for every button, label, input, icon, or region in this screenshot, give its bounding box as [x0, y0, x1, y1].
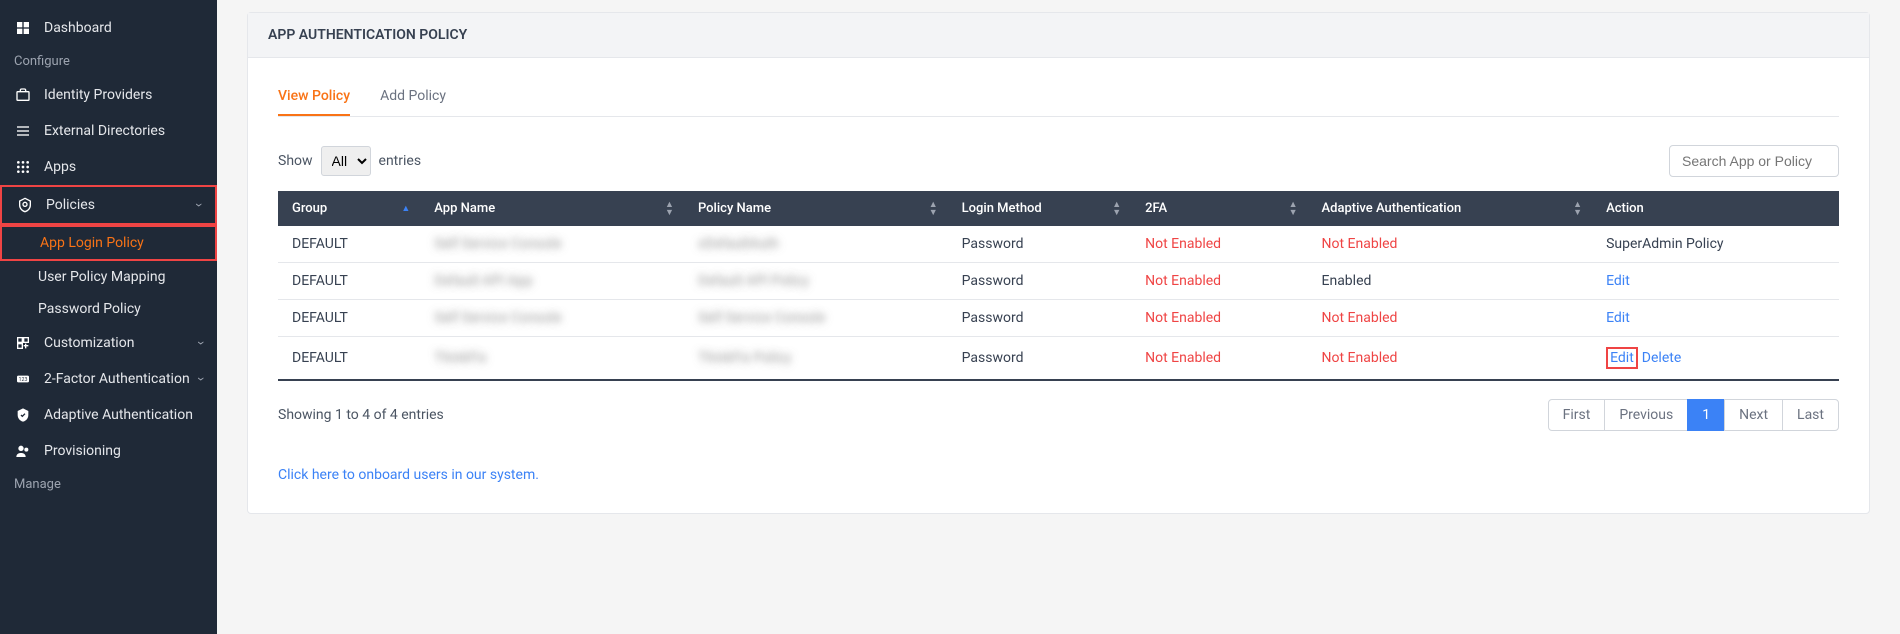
sidebar-label: Dashboard	[44, 20, 112, 36]
delete-link[interactable]: Delete	[1642, 350, 1681, 366]
cell-2fa: Not Enabled	[1131, 300, 1307, 337]
tab-add-policy[interactable]: Add Policy	[380, 78, 446, 116]
col-adaptive[interactable]: Adaptive Authentication▲▼	[1308, 191, 1593, 226]
edit-link[interactable]: Edit	[1606, 310, 1630, 326]
cell-policy: ThinkFix Policy	[684, 337, 948, 381]
main-content: APP AUTHENTICATION POLICY View Policy Ad…	[217, 0, 1900, 634]
tab-view-policy[interactable]: View Policy	[278, 78, 350, 116]
shield-icon	[16, 196, 34, 214]
col-action[interactable]: Action	[1592, 191, 1839, 226]
cell-app: ThinkFix	[420, 337, 684, 381]
cell-login: Password	[948, 263, 1132, 300]
page-1[interactable]: 1	[1687, 399, 1725, 431]
sidebar-label: Provisioning	[44, 443, 121, 459]
cell-group: DEFAULT	[278, 226, 420, 263]
cell-action: SuperAdmin Policy	[1592, 226, 1839, 263]
cell-app: Self Service Console	[420, 226, 684, 263]
page-next[interactable]: Next	[1724, 399, 1783, 431]
show-label: Show	[278, 153, 313, 169]
sidebar-item-external-directories[interactable]: External Directories	[0, 113, 217, 149]
col-login-method[interactable]: Login Method▲▼	[948, 191, 1132, 226]
policy-card: APP AUTHENTICATION POLICY View Policy Ad…	[247, 12, 1870, 514]
cell-action: Edit	[1592, 300, 1839, 337]
sidebar-item-2fa[interactable]: 123 2-Factor Authentication	[0, 361, 217, 397]
users-icon	[14, 442, 32, 460]
sidebar-subitem-password-policy[interactable]: Password Policy	[0, 293, 217, 325]
table-row: DEFAULT Self Service Console xDefaultAut…	[278, 226, 1839, 263]
sidebar-subitem-user-policy-mapping[interactable]: User Policy Mapping	[0, 261, 217, 293]
sidebar-item-policies[interactable]: Policies	[0, 185, 217, 225]
briefcase-icon	[14, 86, 32, 104]
page-first[interactable]: First	[1548, 399, 1606, 431]
cell-group: DEFAULT	[278, 337, 420, 381]
table-info: Showing 1 to 4 of 4 entries	[278, 407, 444, 423]
sidebar-item-customization[interactable]: Customization	[0, 325, 217, 361]
page-last[interactable]: Last	[1782, 399, 1839, 431]
entries-select[interactable]: All	[321, 146, 371, 176]
cell-action: EditDelete	[1592, 337, 1839, 381]
cell-adaptive: Not Enabled	[1308, 226, 1593, 263]
sidebar-label: 2-Factor Authentication	[44, 371, 190, 387]
cell-group: DEFAULT	[278, 263, 420, 300]
cell-policy: Default API Policy	[684, 263, 948, 300]
cell-adaptive: Not Enabled	[1308, 337, 1593, 381]
sidebar-label: External Directories	[44, 123, 165, 139]
cell-2fa: Not Enabled	[1131, 263, 1307, 300]
cell-action: Edit	[1592, 263, 1839, 300]
sidebar: Dashboard Configure Identity Providers E…	[0, 0, 217, 634]
cell-adaptive: Not Enabled	[1308, 300, 1593, 337]
cell-adaptive: Enabled	[1308, 263, 1593, 300]
table-footer: Showing 1 to 4 of 4 entries First Previo…	[278, 399, 1839, 431]
cell-policy: Self Service Console	[684, 300, 948, 337]
table-row: DEFAULT Self Service Console Self Servic…	[278, 300, 1839, 337]
tabs: View Policy Add Policy	[278, 78, 1839, 117]
onboard-link[interactable]: Click here to onboard users in our syste…	[278, 467, 1839, 483]
sidebar-subitem-app-login-policy[interactable]: App Login Policy	[0, 225, 217, 261]
sidebar-section-configure: Configure	[0, 46, 217, 77]
sidebar-label: Customization	[44, 335, 134, 351]
cell-2fa: Not Enabled	[1131, 226, 1307, 263]
cell-2fa: Not Enabled	[1131, 337, 1307, 381]
cell-app: Default API App	[420, 263, 684, 300]
policy-table: Group▲ App Name▲▼ Policy Name▲▼ Login Me…	[278, 191, 1839, 381]
page-prev[interactable]: Previous	[1604, 399, 1688, 431]
list-icon	[14, 122, 32, 140]
search-input[interactable]	[1669, 145, 1839, 177]
plus-square-icon	[14, 334, 32, 352]
cell-login: Password	[948, 226, 1132, 263]
dashboard-icon	[14, 19, 32, 37]
cell-policy: xDefaultAuth	[684, 226, 948, 263]
action-text: SuperAdmin Policy	[1606, 236, 1723, 252]
svg-text:123: 123	[19, 377, 28, 383]
sidebar-label: Policies	[46, 197, 95, 213]
check-shield-icon	[14, 406, 32, 424]
edit-link[interactable]: Edit	[1606, 273, 1630, 289]
col-app-name[interactable]: App Name▲▼	[420, 191, 684, 226]
col-2fa[interactable]: 2FA▲▼	[1131, 191, 1307, 226]
cell-group: DEFAULT	[278, 300, 420, 337]
grid-icon	[14, 158, 32, 176]
sidebar-item-dashboard[interactable]: Dashboard	[0, 10, 217, 46]
table-controls: Show All entries	[278, 145, 1839, 177]
pagination: First Previous 1 Next Last	[1549, 399, 1839, 431]
table-row: DEFAULT ThinkFix ThinkFix Policy Passwor…	[278, 337, 1839, 381]
sidebar-label: Apps	[44, 159, 76, 175]
sidebar-item-identity-providers[interactable]: Identity Providers	[0, 77, 217, 113]
table-row: DEFAULT Default API App Default API Poli…	[278, 263, 1839, 300]
entries-label: entries	[379, 153, 422, 169]
sidebar-item-adaptive-auth[interactable]: Adaptive Authentication	[0, 397, 217, 433]
sidebar-item-provisioning[interactable]: Provisioning	[0, 433, 217, 469]
sidebar-item-apps[interactable]: Apps	[0, 149, 217, 185]
sidebar-section-manage: Manage	[0, 469, 217, 500]
page-title: APP AUTHENTICATION POLICY	[248, 13, 1869, 58]
key-icon: 123	[14, 370, 32, 388]
cell-login: Password	[948, 300, 1132, 337]
cell-app: Self Service Console	[420, 300, 684, 337]
sidebar-label: Identity Providers	[44, 87, 152, 103]
col-group[interactable]: Group▲	[278, 191, 420, 226]
sidebar-label: Adaptive Authentication	[44, 407, 193, 423]
col-policy-name[interactable]: Policy Name▲▼	[684, 191, 948, 226]
cell-login: Password	[948, 337, 1132, 381]
edit-link[interactable]: Edit	[1606, 347, 1638, 369]
